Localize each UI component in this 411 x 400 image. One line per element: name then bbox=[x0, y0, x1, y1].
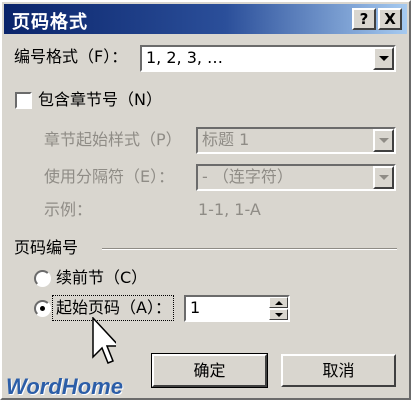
separator-select[interactable]: - （连字符） bbox=[196, 164, 396, 191]
start-at-label[interactable]: 起始页码（A）： bbox=[56, 298, 171, 318]
title-bar: 页码格式 ? X bbox=[4, 4, 407, 34]
dialog-title: 页码格式 bbox=[12, 12, 88, 33]
cancel-button[interactable]: 取消 bbox=[281, 354, 396, 387]
example-label: 示例： bbox=[44, 200, 93, 219]
mouse-pointer-icon bbox=[92, 317, 116, 364]
number-format-select[interactable]: 1, 2, 3, … bbox=[140, 45, 396, 72]
number-format-label: 编号格式（F）： bbox=[14, 47, 128, 66]
separator-value: - （连字符） bbox=[202, 167, 293, 186]
start-at-spinner[interactable]: 1 bbox=[184, 295, 290, 322]
chevron-down-icon[interactable] bbox=[373, 166, 394, 189]
ok-button[interactable]: 确定 bbox=[151, 353, 268, 388]
spin-down-icon[interactable] bbox=[269, 309, 288, 320]
number-format-value: 1, 2, 3, … bbox=[146, 48, 224, 67]
group-divider bbox=[102, 248, 397, 250]
separator-label: 使用分隔符（E）： bbox=[44, 167, 175, 186]
chapter-start-style-value: 标题 1 bbox=[202, 130, 250, 149]
close-button[interactable]: X bbox=[378, 8, 402, 30]
continue-previous-label[interactable]: 续前节（C） bbox=[56, 268, 147, 288]
continue-previous-radio[interactable] bbox=[34, 270, 51, 287]
start-at-radio[interactable] bbox=[34, 300, 51, 317]
chapter-start-style-select[interactable]: 标题 1 bbox=[196, 127, 396, 154]
include-chapter-label[interactable]: 包含章节号（N） bbox=[38, 90, 162, 110]
chapter-start-style-label: 章节起始样式（P） bbox=[44, 130, 182, 149]
start-at-value: 1 bbox=[190, 298, 201, 317]
spin-up-icon[interactable] bbox=[269, 297, 288, 308]
page-numbering-heading: 页码编号 bbox=[14, 238, 79, 257]
include-chapter-checkbox[interactable] bbox=[15, 92, 32, 109]
chevron-down-icon[interactable] bbox=[373, 129, 394, 152]
example-value: 1-1, 1-A bbox=[198, 200, 261, 219]
chevron-down-icon[interactable] bbox=[373, 47, 394, 70]
wordhome-watermark: WordHome bbox=[6, 374, 123, 399]
page-number-format-dialog: 页码格式 ? X 编号格式（F）： 1, 2, 3, … 包含章节号（N） 章节… bbox=[0, 0, 411, 400]
help-button[interactable]: ? bbox=[352, 8, 376, 30]
